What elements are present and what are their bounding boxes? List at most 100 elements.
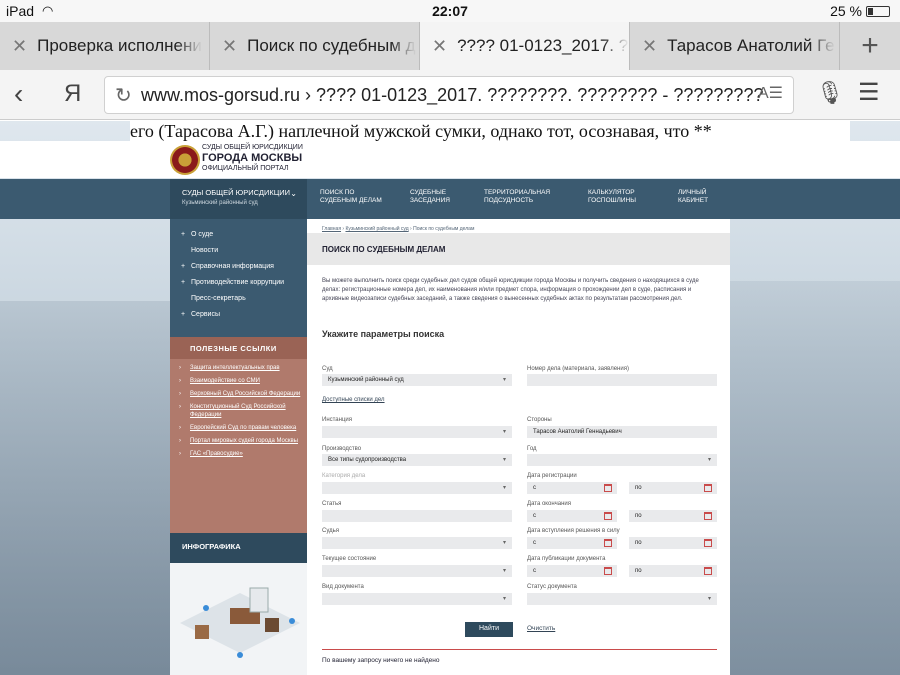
- case-number-input[interactable]: [527, 374, 717, 386]
- back-icon[interactable]: ‹: [14, 78, 23, 110]
- calendar-icon[interactable]: [604, 484, 612, 492]
- nav-item-account[interactable]: Личный кабинет: [678, 189, 708, 205]
- breadcrumb-link[interactable]: Главная: [322, 226, 341, 232]
- chevron-down-icon: ▾: [502, 377, 506, 383]
- breadcrumb-link[interactable]: Кузьминский районный суд: [345, 226, 408, 232]
- tab-title: Проверка исполнени: [37, 36, 202, 55]
- main-nav: Суды общей юрисдикции Кузьминский районн…: [0, 179, 900, 219]
- sidebar-item[interactable]: Новости: [170, 247, 307, 263]
- microphone-icon[interactable]: 🎙: [816, 80, 844, 106]
- sidebar-item-label: О суде: [191, 231, 214, 238]
- useful-link[interactable]: Европейский Суд по правам человека: [170, 424, 307, 432]
- sidebar-item-label: Пресс-секретарь: [191, 295, 246, 302]
- reg-date-to[interactable]: по: [629, 482, 717, 494]
- reg-date-from[interactable]: с: [527, 482, 617, 494]
- doc-type-select[interactable]: ▾: [322, 593, 512, 605]
- proceeding-label: Производство: [322, 446, 362, 452]
- sidebar-item-label: Справочная информация: [191, 263, 274, 270]
- close-icon[interactable]: ✕: [432, 36, 447, 57]
- useful-link[interactable]: Верховный Суд Российской Федерации: [170, 390, 307, 398]
- nav-item-case-search[interactable]: Поиск по судебным делам: [320, 189, 382, 205]
- expand-icon: +: [181, 279, 186, 286]
- date-to-placeholder: по: [635, 513, 642, 519]
- end-date-to[interactable]: по: [629, 510, 717, 522]
- browser-tab[interactable]: ✕ Проверка исполнени: [0, 22, 210, 70]
- tab-title: Тарасов Анатолий Ге: [667, 36, 835, 55]
- reader-mode-icon[interactable]: A☰: [758, 83, 783, 103]
- date-to-placeholder: по: [635, 540, 642, 546]
- article-input[interactable]: [322, 510, 512, 522]
- category-select[interactable]: ▾: [322, 482, 512, 494]
- sidebar-item[interactable]: + Справочная информация: [170, 263, 307, 279]
- sidebar-item[interactable]: Пресс-секретарь: [170, 295, 307, 311]
- instance-label: Инстанция: [322, 417, 352, 423]
- sidebar-item-label: Противодействие коррупции: [191, 279, 285, 286]
- menu-icon[interactable]: ☰: [858, 78, 880, 107]
- sidebar-item[interactable]: + Противодействие коррупции: [170, 279, 307, 295]
- effective-date-to[interactable]: по: [629, 537, 717, 549]
- end-date-from[interactable]: с: [527, 510, 617, 522]
- calendar-icon[interactable]: [704, 539, 712, 547]
- calendar-icon[interactable]: [704, 484, 712, 492]
- coat-of-arms-logo[interactable]: [170, 145, 200, 175]
- pub-date-to[interactable]: по: [629, 565, 717, 577]
- browser-logo[interactable]: Я: [64, 80, 81, 108]
- browser-tab-active[interactable]: ✕ ???? 01-0123_2017. ??: [420, 22, 630, 70]
- nav-item-jurisdiction[interactable]: Территориальная подсудность: [484, 189, 550, 205]
- close-icon[interactable]: ✕: [12, 36, 27, 57]
- logo-line: ОФИЦИАЛЬНЫЙ ПОРТАЛ: [202, 165, 289, 172]
- date-from-placeholder: с: [533, 513, 536, 519]
- sidebar-item[interactable]: + Сервисы: [170, 311, 307, 327]
- doc-status-select[interactable]: ▾: [527, 593, 717, 605]
- useful-link[interactable]: Портал мировых судей города Москвы: [170, 437, 307, 445]
- reload-icon[interactable]: ↻: [115, 83, 132, 108]
- useful-link[interactable]: Конституционный Суд Российской Федерации: [170, 403, 307, 419]
- battery-percent: 25 %: [830, 3, 862, 19]
- judge-select[interactable]: ▾: [322, 537, 512, 549]
- infographics-image[interactable]: [170, 563, 307, 675]
- date-to-placeholder: по: [635, 568, 642, 574]
- browser-tab[interactable]: ✕ Тарасов Анатолий Ге: [630, 22, 840, 70]
- url-text: www.mos-gorsud.ru › ???? 01-0123_2017. ?…: [141, 84, 764, 105]
- infographics-title: Инфографика: [170, 533, 307, 563]
- calendar-icon[interactable]: [704, 512, 712, 520]
- reg-date-label: Дата регистрации: [527, 473, 577, 479]
- pub-date-from[interactable]: с: [527, 565, 617, 577]
- calendar-icon[interactable]: [604, 567, 612, 575]
- year-select[interactable]: ▾: [527, 454, 717, 466]
- parties-input[interactable]: Тарасов Анатолий Геннадьевич: [527, 426, 717, 438]
- calendar-icon[interactable]: [704, 567, 712, 575]
- calendar-icon[interactable]: [604, 539, 612, 547]
- year-label: Год: [527, 446, 537, 452]
- logo-line: ГОРОДА МОСКВЫ: [202, 152, 303, 164]
- court-select[interactable]: Кузьминский районный суд ▾: [322, 374, 512, 386]
- nav-label: госпошлины: [588, 197, 636, 204]
- sidebar-item[interactable]: + О суде: [170, 231, 307, 247]
- logo-line: СУДЫ ОБЩЕЙ ЮРИСДИКЦИИ: [202, 144, 303, 151]
- new-tab-icon[interactable]: +: [840, 22, 900, 70]
- clear-link[interactable]: Очистить: [527, 625, 555, 632]
- tab-title: ???? 01-0123_2017. ??: [457, 36, 629, 55]
- available-lists-link[interactable]: Доступные списки дел: [322, 397, 385, 403]
- nav-label: Калькулятор: [588, 189, 635, 196]
- instance-select[interactable]: ▾: [322, 426, 512, 438]
- chevron-down-icon: ▾: [707, 457, 711, 463]
- state-select[interactable]: ▾: [322, 565, 512, 577]
- useful-link[interactable]: ГАС «Правосудие»: [170, 450, 307, 458]
- court-selector[interactable]: Суды общей юрисдикции Кузьминский районн…: [170, 179, 307, 219]
- search-button[interactable]: Найти: [465, 622, 513, 637]
- nav-item-fee-calculator[interactable]: Калькулятор госпошлины: [588, 189, 636, 205]
- calendar-icon[interactable]: [604, 512, 612, 520]
- close-icon[interactable]: ✕: [642, 36, 657, 57]
- url-field[interactable]: ↻ www.mos-gorsud.ru › ???? 01-0123_2017.…: [104, 76, 794, 114]
- browser-tab[interactable]: ✕ Поиск по судебным д: [210, 22, 420, 70]
- proceeding-select[interactable]: Все типы судопроизводства ▾: [322, 454, 512, 466]
- site-logo-text[interactable]: СУДЫ ОБЩЕЙ ЮРИСДИКЦИИ ГОРОДА МОСКВЫ ОФИЦ…: [202, 143, 303, 173]
- nav-label: кабинет: [678, 197, 709, 204]
- chevron-down-icon: ▾: [707, 596, 711, 602]
- useful-link[interactable]: Взаимодействие со СМИ: [170, 377, 307, 385]
- useful-link[interactable]: Защита интеллектуальных прав: [170, 364, 307, 372]
- close-icon[interactable]: ✕: [222, 36, 237, 57]
- effective-date-from[interactable]: с: [527, 537, 617, 549]
- nav-item-sessions[interactable]: Судебные заседания: [410, 189, 450, 205]
